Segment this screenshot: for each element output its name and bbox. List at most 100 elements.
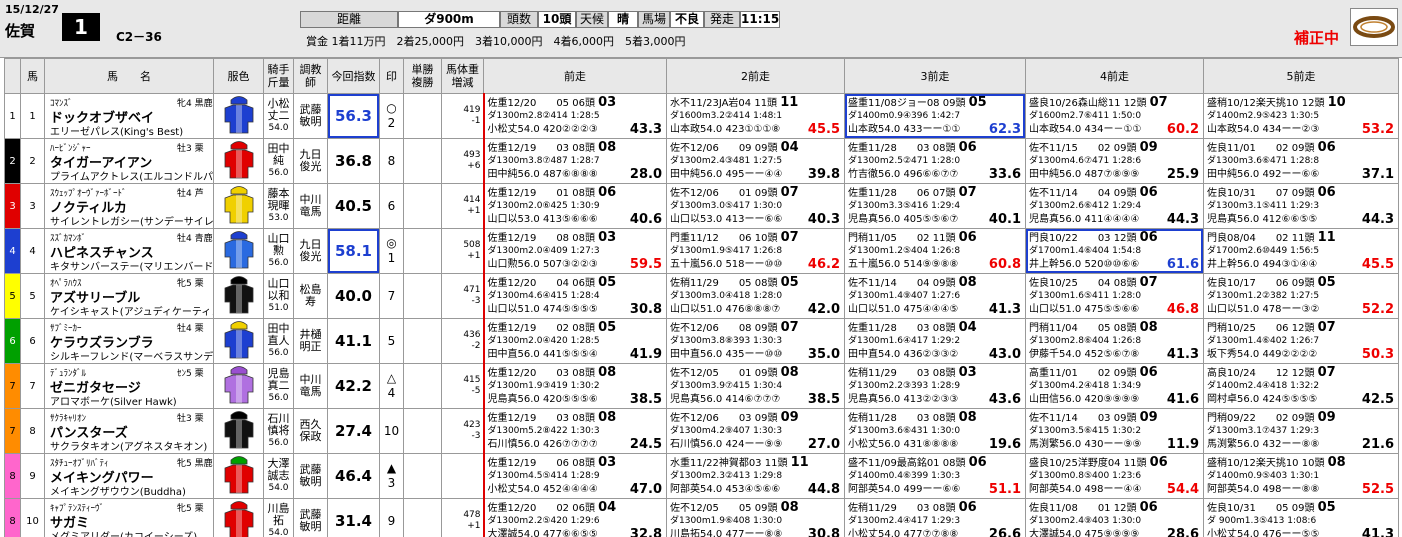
weight-carried: 54.0: [268, 123, 289, 133]
trainer-given: 敏明: [299, 475, 322, 488]
table-row: 5 5 ｵﾍﾟﾗﾊｳｽ 牝5 栗 アズサリーブル ケイシキャスト(アジュディケー…: [4, 273, 1399, 319]
horse-name-cell[interactable]: ﾊｰﾋﾞﾝｼﾞｬｰ 牡3 栗 タイガーアイアン プライムアクトレス(エルコンドル…: [44, 138, 214, 184]
trainer-cell: 武藤 敏明: [293, 498, 328, 537]
horse-number: 7: [20, 363, 45, 409]
prev-race-index: 42.0: [807, 302, 840, 317]
prev-race-header: 佐稍11/29 03 08頭: [848, 503, 956, 514]
prev-race-finish: 09: [780, 410, 799, 425]
weight-carried: 56.0: [268, 348, 289, 358]
prev-race-2: 水重11/22神賀都03 11頭 11 ダ1300m2.3②413 1:29:8…: [666, 453, 845, 499]
prev-race-3: 佐稍11/29 03 08頭 03 ダ1300m2.2③393 1:28:9 児…: [844, 363, 1026, 409]
current-index: 46.4: [327, 453, 380, 499]
weight-carried: 56.0: [268, 438, 289, 448]
col-index: 今回指数: [327, 58, 380, 94]
mark-rank: 4: [387, 386, 396, 400]
prev-race-index: 43.3: [629, 122, 662, 137]
jockey-cell: 山口 勲 56.0: [263, 228, 294, 274]
prev-race-finish: 09: [1139, 410, 1158, 425]
prev-race-header: 佐良10/17 06 09頭: [1207, 278, 1315, 289]
prev-race-index: 47.0: [629, 482, 662, 497]
prediction-mark: ◎: [386, 236, 397, 250]
prev-race-1: 佐重12/19 02 08頭 05 ダ1300m2.0④420 1:28:5 田…: [482, 318, 667, 364]
jockey-silks-icon: [224, 321, 253, 359]
prev-race-finish: 11: [780, 95, 799, 110]
prev-race-finish: 10: [1327, 95, 1346, 110]
horse-name-cell[interactable]: ｷｬﾌﾟﾃﾝｽﾃｨｰｳﾞ 牝5 栗 サガミ メグミアリダー(カコイーシーズ): [44, 498, 214, 537]
horse-name-cell[interactable]: ｽﾀﾁｭｰｵﾌﾞﾘﾊﾞﾃｨ 牝5 黒鹿 メイキングパワー メイキングザウウン(B…: [44, 453, 214, 499]
jockey-cell: 川島 拓 54.0: [263, 498, 294, 537]
prev-race-3: 佐稍11/29 03 08頭 06 ダ1300m2.4④417 1:29:3 小…: [844, 498, 1026, 537]
waku-number: 8: [4, 498, 21, 537]
prev-race-header: 盛良10/26森山総11 12頭: [1029, 98, 1147, 109]
horse-name-cell[interactable]: ﾃﾞｭﾗﾝﾀﾞﾙ ｾﾝ5 栗 ゼニガタセージ アロマボーケ(Silver Haw…: [44, 363, 214, 409]
prev-race-index: 53.2: [1361, 122, 1394, 137]
prev-race-header: 佐重12/20 03 08頭: [487, 368, 595, 379]
prev-race-index: 40.1: [988, 212, 1021, 227]
prev-race-finish: 08: [958, 275, 977, 290]
prev-race-header: 佐稍11/29 05 08頭: [670, 278, 778, 289]
horse-name-cell[interactable]: ｻﾌﾞﾐｰｶｰ 牡4 栗 ケラウズランブラ シルキーフレンド(マーベラスサンデー…: [44, 318, 214, 364]
mark-cell: 6: [379, 183, 404, 229]
prev-race-index: 61.6: [1166, 257, 1199, 272]
prev-race-finish: 07: [958, 185, 977, 200]
prev-race-index: 39.8: [807, 167, 840, 182]
prev-race-5: 佐良10/17 06 09頭 05 ダ1300m1.2②382 1:27:5 山…: [1203, 273, 1399, 319]
race-header: 15/12/27 佐賀 1 C2－36 距離 ダ900m 頭数 10頭 天候 晴…: [0, 0, 1402, 58]
mark-cell: ○ 2: [379, 93, 404, 139]
prev-race-header: 佐稍11/28 03 08頭: [848, 413, 956, 424]
prev-race-index: 25.9: [1166, 167, 1199, 182]
horse-name-cell[interactable]: ｻｸﾗｷｬﾘｵﾝ 牡3 栗 パンスターズ サクラタキオン(アグネスタキオン): [44, 408, 214, 454]
jockey-given: 慎将: [267, 424, 290, 437]
prev-race-4: 門良10/22 03 12頭 06 ダ1700m1.4⑥404 1:54:8 井…: [1025, 228, 1204, 274]
jockey-given: 現暉: [267, 199, 290, 212]
trainer-cell: 西久 保政: [293, 408, 328, 454]
prev-race-2: 佐不12/05 01 09頭 08 ダ1300m3.9⑦415 1:30:4 児…: [666, 363, 845, 409]
prev-race-finish: 06: [958, 230, 977, 245]
prev-race-finish: 06: [1139, 230, 1158, 245]
prev-race-finish: 03: [598, 95, 617, 110]
prev-race-index: 41.9: [629, 347, 662, 362]
prev-race-index: 54.4: [1166, 482, 1199, 497]
bodyweight-cell: 423 -3: [441, 408, 484, 454]
prev-race-index: 43.0: [988, 347, 1021, 362]
bodyweight-change: -3: [471, 296, 481, 306]
mark-cell: 5: [379, 318, 404, 364]
race-class: C2－36: [116, 30, 162, 44]
jockey-given: 誠志: [267, 469, 290, 482]
prev-race-finish: 06: [1149, 455, 1168, 470]
bodyweight: 415: [463, 375, 481, 385]
sex-age-color: 牡4 栗: [177, 324, 204, 334]
jockey-silks-icon: [224, 231, 253, 269]
jockey-given: 拓: [273, 514, 284, 527]
mark-rank: 7: [387, 288, 396, 303]
current-index: 58.1: [327, 228, 380, 274]
horse-name-cell[interactable]: ｺﾏﾝｽﾞ 牝4 黒鹿 ドックオブザベイ エリーゼパレス(King's Best…: [44, 93, 214, 139]
waku-number: 2: [4, 138, 21, 184]
prev-race-finish: 11: [1317, 230, 1336, 245]
sex-age-color: 牡4 青鹿: [177, 234, 213, 244]
col-ban: 馬: [20, 58, 45, 94]
prev-race-finish: 06: [1317, 185, 1336, 200]
horse-number: 4: [20, 228, 45, 274]
mark-rank: 3: [387, 476, 396, 490]
bodyweight-change: +1: [467, 206, 481, 216]
bodyweight-cell: 415 -5: [441, 363, 484, 409]
trainer-given: 俊光: [299, 250, 322, 263]
jockey-cell: 田中 直人 56.0: [263, 318, 294, 364]
table-row: 3 3 ｽｳｪｯﾌﾟｵｰｳﾞｧｰﾎﾞｰﾄﾞ 牡4 芦 ノクティルカ サイレントレ…: [4, 183, 1399, 229]
silks-cell: [213, 273, 264, 319]
horse-name-cell[interactable]: ｵﾍﾟﾗﾊｳｽ 牝5 栗 アズサリーブル ケイシキャスト(アジュディケーティング…: [44, 273, 214, 319]
prev-race-2: 佐不12/05 05 09頭 08 ダ1300m1.9⑥408 1:30:0 川…: [666, 498, 845, 537]
prev-race-finish: 08: [598, 140, 617, 155]
col-bodyweight: 馬体重 増減: [441, 58, 484, 94]
weight-carried: 53.0: [268, 213, 289, 223]
bodyweight: 478: [463, 510, 481, 520]
prev-race-2: 佐不12/06 01 09頭 07 ダ1300m3.0⑤417 1:30:0 山…: [666, 183, 845, 229]
table-row: 7 7 ﾃﾞｭﾗﾝﾀﾞﾙ ｾﾝ5 栗 ゼニガタセージ アロマボーケ(Silver…: [4, 363, 1399, 409]
weight-carried: 54.0: [268, 483, 289, 493]
horse-name-cell[interactable]: ｽｽﾞｶﾏﾝﾎﾞ 牡4 青鹿 ハピネスチャンス キタサンバーステー(マリエンバー…: [44, 228, 214, 274]
horse-name-cell[interactable]: ｽｳｪｯﾌﾟｵｰｳﾞｧｰﾎﾞｰﾄﾞ 牡4 芦 ノクティルカ サイレントレガシー(…: [44, 183, 214, 229]
current-index: 27.4: [327, 408, 380, 454]
bodyweight-cell: 471 -3: [441, 273, 484, 319]
prev-race-3: 盛重11/08ジョー08 09頭 05 ダ1400m0.9④396 1:42:7…: [844, 93, 1026, 139]
